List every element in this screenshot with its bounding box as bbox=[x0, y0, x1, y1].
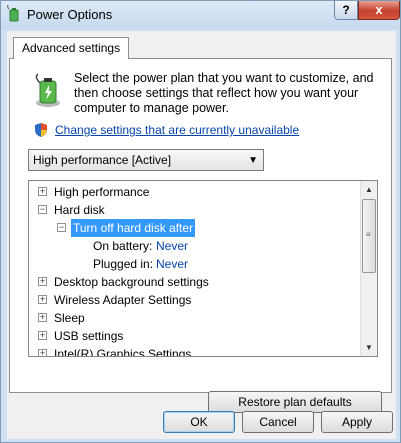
collapse-icon[interactable]: − bbox=[57, 223, 66, 232]
tab-advanced-settings[interactable]: Advanced settings bbox=[13, 37, 130, 59]
power-options-window: Power Options ? x Advanced settings Sele… bbox=[0, 0, 401, 443]
cancel-button[interactable]: Cancel bbox=[242, 411, 314, 433]
grip-icon: ≡ bbox=[366, 230, 371, 239]
chevron-down-icon: ▼ bbox=[248, 155, 258, 166]
tree-item-label: USB settings bbox=[54, 329, 124, 343]
power-plan-select-value: High performance [Active] bbox=[33, 153, 172, 167]
change-settings-link[interactable]: Change settings that are currently unava… bbox=[55, 123, 299, 137]
power-options-icon bbox=[7, 5, 19, 22]
expand-icon[interactable]: + bbox=[38, 331, 47, 340]
window-title: Power Options bbox=[27, 7, 113, 22]
expand-icon[interactable]: + bbox=[38, 295, 47, 304]
power-plan-select[interactable]: High performance [Active] ▼ bbox=[28, 149, 264, 171]
power-plan-icon bbox=[35, 73, 60, 107]
expand-icon[interactable]: + bbox=[38, 313, 47, 322]
on-battery-value[interactable]: Never bbox=[156, 237, 188, 255]
close-button[interactable]: x bbox=[358, 1, 400, 20]
shield-icon bbox=[35, 123, 47, 137]
scroll-up-icon[interactable]: ▲ bbox=[361, 181, 377, 198]
intro-text: Select the power plan that you want to c… bbox=[74, 71, 374, 115]
expand-icon[interactable]: + bbox=[38, 187, 47, 196]
tree-item-label: High performance bbox=[54, 185, 150, 199]
scroll-down-icon[interactable]: ▼ bbox=[361, 339, 377, 356]
tree-item-label: Wireless Adapter Settings bbox=[54, 293, 192, 307]
tree-item-label: Turn off hard disk after bbox=[71, 219, 196, 237]
collapse-icon[interactable]: − bbox=[38, 205, 47, 214]
help-button[interactable]: ? bbox=[334, 1, 358, 20]
settings-tree[interactable]: + High performance − Hard disk − Turn of… bbox=[28, 180, 378, 357]
tree-item-label: Intel(R) Graphics Settings bbox=[54, 347, 192, 357]
title-bar[interactable]: Power Options ? x bbox=[1, 1, 400, 29]
vertical-scrollbar[interactable]: ▲ ≡ ▼ bbox=[360, 181, 377, 356]
tree-item-label: Plugged in: bbox=[93, 257, 154, 271]
restore-plan-defaults-button[interactable]: Restore plan defaults bbox=[208, 391, 382, 413]
tree-item-label: Hard disk bbox=[54, 203, 105, 217]
tree-item-label: On battery: bbox=[93, 239, 153, 253]
scroll-thumb[interactable]: ≡ bbox=[362, 199, 376, 273]
expand-icon[interactable]: + bbox=[38, 349, 47, 356]
tree-item-label: Sleep bbox=[54, 311, 85, 325]
tab-panel: Select the power plan that you want to c… bbox=[9, 58, 392, 413]
plugged-in-value[interactable]: Never bbox=[156, 255, 188, 273]
tree-item-label: Desktop background settings bbox=[54, 275, 209, 289]
apply-button[interactable]: Apply bbox=[321, 411, 393, 433]
expand-icon[interactable]: + bbox=[38, 277, 47, 286]
ok-button[interactable]: OK bbox=[163, 411, 235, 433]
dialog-client-area: Advanced settings Select the power plan … bbox=[7, 31, 396, 439]
